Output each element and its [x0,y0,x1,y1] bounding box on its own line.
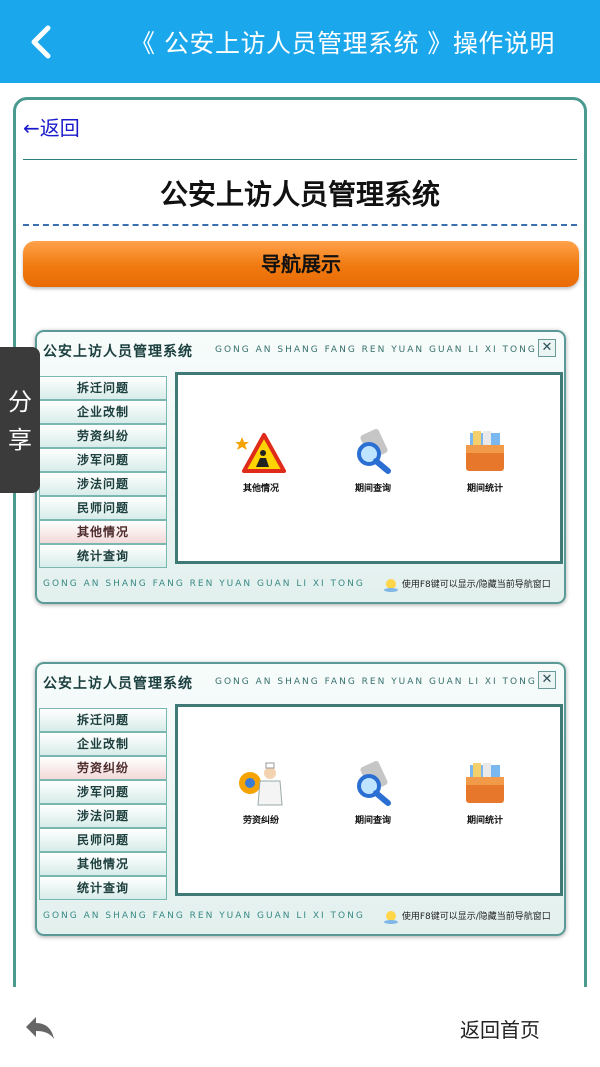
back-link[interactable]: ←返回 [23,112,80,141]
menu-item[interactable]: 民师问题 [39,496,167,520]
menu-item[interactable]: 拆迁问题 [39,708,167,732]
menu-item[interactable]: 统计查询 [39,876,167,900]
content-panel: 劳资纠纷 期间查询 期间统计 [175,704,563,896]
home-button[interactable]: 返回首页 [460,1014,540,1043]
lightbulb-icon [384,910,398,924]
menu-item[interactable]: 统计查询 [39,544,167,568]
period-stats-icon [466,431,504,471]
menu-item[interactable]: 涉法问题 [39,804,167,828]
divider [23,159,577,160]
app-window-1: 公安上访人员管理系统 GONG AN SHANG FANG REN YUAN G… [35,330,566,604]
content-panel: 其他情况 期间查询 期间统计 [175,372,563,564]
menu-item[interactable]: 涉军问题 [39,780,167,804]
main-title: 公安上访人员管理系统 [159,178,440,211]
window-pinyin: GONG AN SHANG FANG REN YUAN GUAN LI XI T… [215,677,537,687]
menu-item[interactable]: 涉法问题 [39,472,167,496]
window-footer: GONG AN SHANG FANG REN YUAN GUAN LI XI T… [43,911,365,921]
window-title: 公安上访人员管理系统 [43,676,193,692]
window-footer: GONG AN SHANG FANG REN YUAN GUAN LI XI T… [43,579,365,589]
window-tip: 使用F8键可以显示/隐藏当前导航窗口 [383,909,551,924]
icon-label: 期间统计 [466,816,503,826]
period-query-icon [357,428,391,474]
menu-item[interactable]: 其他情况 [39,852,167,876]
dashed-divider [23,224,577,226]
side-menu: 拆迁问题 企业改制 劳资纠纷 涉军问题 涉法问题 民师问题 其他情况 统计查询 [39,376,167,568]
menu-item[interactable]: 企业改制 [39,400,167,424]
icon-label: 劳资纠纷 [242,816,279,826]
period-query-button[interactable]: 期间查询 [338,760,408,826]
icon-label: 期间查询 [354,816,391,826]
menu-item[interactable]: 劳资纠纷 [39,424,167,448]
period-stats-icon [466,763,504,803]
other-situation-icon [235,433,286,473]
labor-dispute-icon [239,762,283,806]
window-pinyin: GONG AN SHANG FANG REN YUAN GUAN LI XI T… [215,345,537,355]
lightbulb-icon [384,578,398,592]
window-tip: 使用F8键可以显示/隐藏当前导航窗口 [383,577,551,592]
menu-item-active[interactable]: 劳资纠纷 [39,756,167,780]
menu-item[interactable]: 拆迁问题 [39,376,167,400]
content-card: ←返回 公安上访人员管理系统 导航展示 公安上访人员管理系统 GONG AN S… [13,97,587,1037]
period-query-icon [357,760,391,806]
nav-display-button[interactable]: 导航展示 [23,241,579,287]
period-stats-button[interactable]: 期间统计 [450,429,520,494]
close-icon[interactable]: ✕ [538,339,556,357]
close-icon[interactable]: ✕ [538,671,556,689]
return-arrow-icon[interactable] [22,1013,58,1041]
bottom-bar: 返回首页 [0,987,600,1067]
share-label: 分 [8,388,32,416]
other-situation-button[interactable]: 其他情况 [226,431,296,494]
icon-label: 期间查询 [354,484,391,494]
menu-item[interactable]: 企业改制 [39,732,167,756]
period-query-button[interactable]: 期间查询 [338,428,408,494]
back-arrow-icon[interactable] [22,22,62,62]
top-bar: 《 公安上访人员管理系统 》操作说明 [0,0,600,83]
icon-label: 期间统计 [466,484,503,494]
tip-text: 使用F8键可以显示/隐藏当前导航窗口 [401,580,551,590]
share-button[interactable]: 分 享 [0,347,40,493]
menu-item-active[interactable]: 其他情况 [39,520,167,544]
share-label: 享 [8,426,32,454]
icon-label: 其他情况 [242,484,279,494]
labor-dispute-button[interactable]: 劳资纠纷 [226,761,296,826]
app-window-2: 公安上访人员管理系统 GONG AN SHANG FANG REN YUAN G… [35,662,566,936]
period-stats-button[interactable]: 期间统计 [450,761,520,826]
window-title: 公安上访人员管理系统 [43,344,193,360]
menu-item[interactable]: 民师问题 [39,828,167,852]
side-menu: 拆迁问题 企业改制 劳资纠纷 涉军问题 涉法问题 民师问题 其他情况 统计查询 [39,708,167,900]
tip-text: 使用F8键可以显示/隐藏当前导航窗口 [401,912,551,922]
menu-item[interactable]: 涉军问题 [39,448,167,472]
page-title: 《 公安上访人员管理系统 》操作说明 [130,29,555,58]
